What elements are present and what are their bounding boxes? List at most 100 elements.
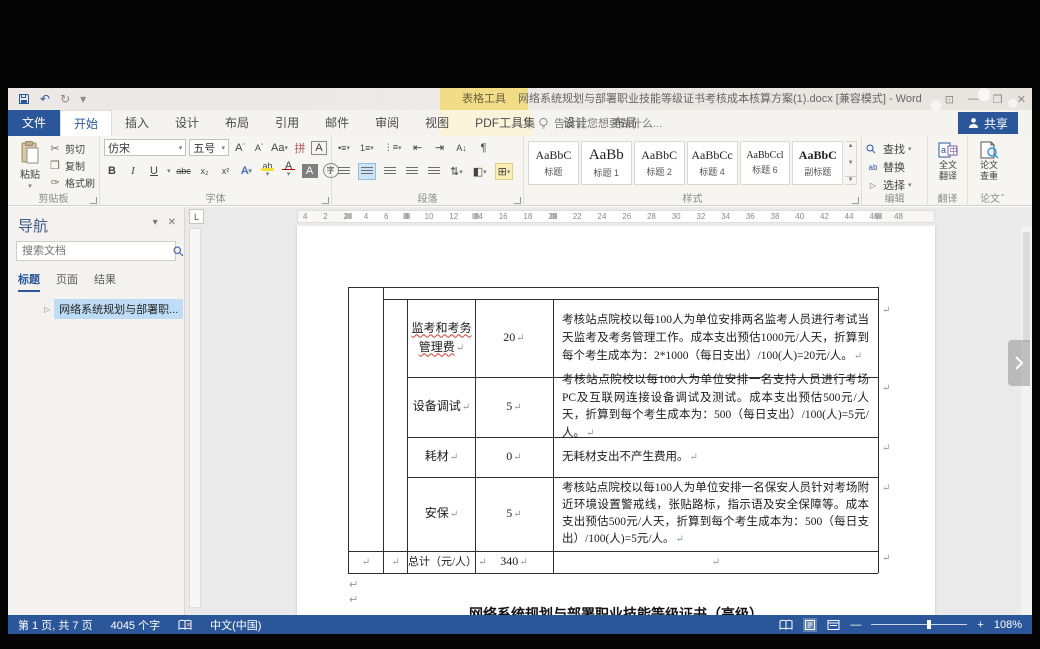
tab-insert[interactable]: 插入 — [112, 110, 162, 136]
shading-button[interactable]: ◧▾ — [471, 163, 489, 180]
style-item-heading6[interactable]: AaBbCcl 标题 6 — [740, 141, 791, 185]
styles-dialog-launcher-icon[interactable] — [852, 197, 859, 204]
tab-references[interactable]: 引用 — [262, 110, 312, 136]
text-effects-button[interactable]: A▾ — [239, 162, 255, 179]
scrollbar-thumb[interactable] — [1023, 232, 1030, 342]
collapse-ribbon-icon[interactable]: ⌃ — [999, 193, 1006, 202]
font-dialog-launcher-icon[interactable] — [322, 197, 329, 204]
subscript-button[interactable]: x₂ — [197, 162, 213, 179]
minimize-icon[interactable]: — — [968, 93, 979, 105]
table-cell-desc[interactable]: 考核站点院校以每100人为单位安排两名监考人员进行考试当天监考及考务管理工作。成… — [554, 300, 877, 376]
tab-review[interactable]: 审阅 — [362, 110, 412, 136]
qat-customize-icon[interactable]: ▾ — [80, 88, 86, 110]
copy-button[interactable]: ❐ 复制 — [48, 158, 95, 173]
close-icon[interactable]: ✕ — [1017, 93, 1026, 106]
table-cell-item[interactable]: 监考和考务管理费↵ — [408, 300, 475, 376]
cut-button[interactable]: ✂ 剪切 — [48, 141, 95, 156]
cost-table[interactable]: 监考和考务管理费↵ 20↵ 考核站点院校以每100人为单位安排两名监考人员进行考… — [348, 287, 878, 573]
font-color-button[interactable]: A ▾ — [281, 162, 297, 179]
expand-triangle-icon[interactable]: ▷ — [44, 305, 50, 314]
style-item-heading4[interactable]: AaBbCc 标题 4 — [687, 141, 738, 185]
styles-more-icon[interactable]: ▼ — [845, 176, 856, 183]
ruler-column-marker-icon[interactable]: ▦ — [472, 211, 480, 220]
nav-heading-item[interactable]: ▷ 网络系统规划与部署职... — [44, 299, 183, 319]
table-cell-empty[interactable]: ↵ — [349, 552, 382, 572]
table-cell-desc[interactable]: 考核站点院校以每100人为单位安排一名支持人员进行考场PC及互联网连接设备调试及… — [554, 378, 877, 436]
strikethrough-button[interactable]: abc — [176, 162, 192, 179]
full-translate-button[interactable]: a中 全文 翻译 — [932, 139, 964, 181]
font-size-combobox[interactable]: 五号 ▾ — [189, 139, 229, 156]
table-cell-cost[interactable]: 0↵ — [476, 438, 552, 476]
tell-me-box[interactable]: 告诉我您想要做什么... — [538, 110, 662, 136]
nav-close-icon[interactable]: ✕ — [168, 217, 176, 228]
numbering-button[interactable]: 1≡▾ — [358, 139, 376, 156]
bullets-button[interactable]: •≡▾ — [336, 139, 352, 156]
table-cell-cost[interactable]: 5↵ — [476, 378, 552, 436]
expand-panel-button[interactable] — [1008, 340, 1030, 386]
zoom-slider[interactable] — [871, 619, 967, 630]
align-center-button[interactable] — [358, 163, 376, 180]
table-cell-total-label[interactable]: 总计（元/人）↵ — [408, 552, 478, 572]
save-icon[interactable] — [18, 93, 30, 105]
proofing-status-icon[interactable] — [178, 619, 192, 631]
table-cell-desc[interactable]: 考核站点院校以每100人为单位安排一名保安人员针对考场附近环境设置警戒线，张贴路… — [554, 478, 877, 550]
paragraph-dialog-launcher-icon[interactable] — [514, 197, 521, 204]
language-indicator[interactable]: 中文(中国) — [210, 617, 261, 633]
distribute-button[interactable] — [426, 163, 442, 180]
page-indicator[interactable]: 第 1 页, 共 7 页 — [18, 617, 93, 633]
restore-icon[interactable]: ❐ — [993, 93, 1003, 106]
borders-button[interactable]: ⊞▾ — [495, 163, 514, 180]
style-item-title[interactable]: AaBbC 标题 — [528, 141, 579, 185]
tab-design[interactable]: 设计 — [162, 110, 212, 136]
increase-indent-button[interactable]: ⇥ — [432, 139, 448, 156]
format-painter-button[interactable]: ✑ 格式刷 — [48, 175, 95, 190]
ruler-column-marker-icon[interactable]: ▦ — [550, 211, 558, 220]
clipboard-dialog-launcher-icon[interactable] — [90, 197, 97, 204]
ribbon-display-options-icon[interactable]: ⊡ — [945, 93, 954, 106]
table-cell-desc[interactable]: 无耗材支出不产生费用。↵ — [554, 438, 877, 476]
tab-layout[interactable]: 布局 — [212, 110, 262, 136]
find-button[interactable]: 查找 ▾ — [866, 141, 923, 157]
table-cell-empty[interactable]: ↵ — [384, 552, 406, 572]
tab-selector[interactable]: L — [189, 209, 204, 224]
bold-button[interactable]: B — [104, 162, 120, 179]
ruler-column-marker-icon[interactable]: ▦ — [345, 211, 353, 220]
web-layout-icon[interactable] — [827, 619, 840, 631]
font-name-combobox[interactable]: 仿宋 ▾ — [104, 139, 186, 156]
line-spacing-button[interactable]: ⇅▾ — [448, 163, 465, 180]
sort-button[interactable]: A↓ — [454, 139, 470, 156]
character-border-button[interactable]: A — [311, 141, 327, 155]
phonetic-guide-button[interactable]: 拼 — [292, 139, 308, 156]
zoom-slider-thumb[interactable] — [927, 620, 931, 629]
decrease-indent-button[interactable]: ⇤ — [410, 139, 426, 156]
character-shading-button[interactable]: A — [302, 164, 318, 178]
align-right-button[interactable] — [382, 163, 398, 180]
align-left-button[interactable] — [336, 163, 352, 180]
replace-button[interactable]: ab 替换 — [866, 159, 923, 175]
zoom-in-button[interactable]: + — [977, 619, 983, 631]
justify-button[interactable] — [404, 163, 420, 180]
page-canvas[interactable]: 监考和考务管理费↵ 20↵ 考核站点院校以每100人为单位安排两名监考人员进行考… — [185, 226, 1032, 615]
multilevel-list-button[interactable]: ⋮≡▾ — [382, 139, 404, 156]
nav-options-caret-icon[interactable]: ▾ — [153, 217, 158, 228]
horizontal-ruler[interactable]: L 4 2 2 4 6 8 10 12 14 16 18 20 22 24 26… — [185, 207, 1032, 226]
document-page[interactable]: 监考和考务管理费↵ 20↵ 考核站点院校以每100人为单位安排两名监考人员进行考… — [297, 226, 935, 615]
tab-pdf-tools[interactable]: PDF工具集 — [462, 110, 548, 136]
table-cell-cost[interactable]: 20↵ — [476, 300, 552, 376]
table-cell-cost[interactable]: 5↵ — [476, 478, 552, 550]
shrink-font-button[interactable]: Aˇ — [251, 139, 267, 156]
table-cell-item[interactable]: 安保↵ — [408, 478, 475, 550]
superscript-button[interactable]: x² — [218, 162, 234, 179]
grow-font-button[interactable]: Aˆ — [232, 139, 248, 156]
show-marks-button[interactable]: ¶ — [476, 139, 492, 156]
table-cell-item[interactable]: 设备调试↵ — [408, 378, 475, 436]
nav-tab-results[interactable]: 结果 — [94, 271, 116, 292]
table-cell-total-value[interactable]: 340↵ — [476, 552, 552, 572]
share-button[interactable]: 共享 — [958, 112, 1018, 134]
highlight-color-button[interactable]: ab ▾ — [260, 162, 276, 179]
underline-caret-icon[interactable]: ▾ — [167, 167, 171, 175]
undo-icon[interactable]: ↶ — [40, 88, 50, 110]
word-count[interactable]: 4045 个字 — [111, 617, 161, 633]
underline-button[interactable]: U — [146, 162, 162, 179]
ruler-column-marker-icon[interactable]: ▦ — [403, 211, 411, 220]
